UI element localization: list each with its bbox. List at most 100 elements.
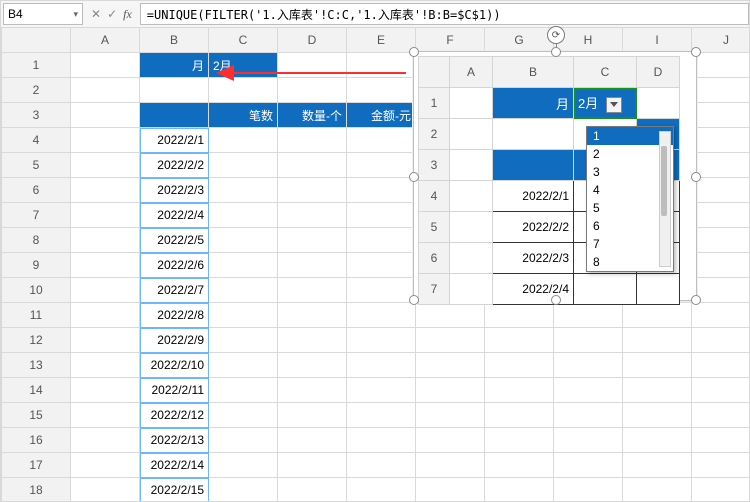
cell[interactable] <box>347 478 416 502</box>
cell[interactable] <box>278 403 347 428</box>
cell[interactable] <box>554 478 623 502</box>
cell[interactable] <box>623 303 692 328</box>
cell[interactable] <box>278 328 347 353</box>
cancel-icon[interactable]: ✕ <box>91 7 101 21</box>
cell[interactable] <box>554 403 623 428</box>
cell[interactable] <box>278 53 347 78</box>
amount-header-cell[interactable]: 金额-元 <box>347 103 416 128</box>
row-header[interactable]: 14 <box>2 378 71 403</box>
cell[interactable] <box>71 328 140 353</box>
resize-handle[interactable] <box>551 47 561 57</box>
row-header[interactable]: 6 <box>2 178 71 203</box>
date-cell[interactable]: 2022/2/5 <box>140 228 209 253</box>
date-cell[interactable]: 2022/2/1 <box>140 128 209 153</box>
col-header[interactable]: B <box>140 28 209 53</box>
row-header[interactable]: 7 <box>2 203 71 228</box>
date-cell[interactable]: 2022/2/2 <box>140 153 209 178</box>
date-cell[interactable]: 2022/2/7 <box>140 278 209 303</box>
cell[interactable] <box>71 453 140 478</box>
cell[interactable] <box>416 453 485 478</box>
cell[interactable] <box>71 228 140 253</box>
row-header[interactable]: 18 <box>2 478 71 502</box>
resize-handle[interactable] <box>691 47 701 57</box>
row-header[interactable]: 8 <box>2 228 71 253</box>
date-cell[interactable]: 2022/2/10 <box>140 353 209 378</box>
cell[interactable] <box>278 228 347 253</box>
row-header[interactable]: 10 <box>2 278 71 303</box>
date-cell[interactable]: 2022/2/4 <box>140 203 209 228</box>
cell[interactable] <box>71 378 140 403</box>
cell[interactable] <box>209 128 278 153</box>
row-header[interactable]: 16 <box>2 428 71 453</box>
resize-handle[interactable] <box>691 172 701 182</box>
cell[interactable] <box>485 378 554 403</box>
row-header[interactable]: 17 <box>2 453 71 478</box>
cell[interactable] <box>692 303 750 328</box>
cell[interactable] <box>278 278 347 303</box>
date-cell[interactable]: 2022/2/3 <box>140 178 209 203</box>
cell[interactable] <box>71 128 140 153</box>
col-header[interactable]: I <box>623 28 692 53</box>
col-header[interactable]: D <box>278 28 347 53</box>
date-cell[interactable]: 2022/2/6 <box>140 253 209 278</box>
cell[interactable] <box>347 253 416 278</box>
cell[interactable] <box>71 253 140 278</box>
cell[interactable] <box>554 378 623 403</box>
cell[interactable] <box>278 303 347 328</box>
cell[interactable] <box>347 403 416 428</box>
cell[interactable] <box>485 353 554 378</box>
cell[interactable] <box>692 378 750 403</box>
cell[interactable] <box>347 203 416 228</box>
date-cell[interactable]: 2022/2/9 <box>140 328 209 353</box>
cell[interactable] <box>416 378 485 403</box>
col-header[interactable]: A <box>71 28 140 53</box>
cell[interactable] <box>692 178 750 203</box>
cell[interactable] <box>209 453 278 478</box>
cell[interactable] <box>347 228 416 253</box>
cell[interactable] <box>209 303 278 328</box>
rotate-handle-icon[interactable]: ⟳ <box>547 26 565 44</box>
cell[interactable] <box>71 153 140 178</box>
cell[interactable] <box>485 303 554 328</box>
col-header[interactable]: C <box>209 28 278 53</box>
cell[interactable] <box>554 328 623 353</box>
cell[interactable] <box>209 153 278 178</box>
cell[interactable] <box>71 203 140 228</box>
cell[interactable] <box>209 403 278 428</box>
cell[interactable] <box>692 253 750 278</box>
row-header[interactable]: 4 <box>2 128 71 153</box>
cell[interactable] <box>416 303 485 328</box>
cell[interactable] <box>71 53 140 78</box>
cell[interactable] <box>71 403 140 428</box>
col-header[interactable]: F <box>416 28 485 53</box>
date-cell[interactable]: 2022/2/15 <box>140 478 209 502</box>
cell[interactable] <box>209 203 278 228</box>
name-box[interactable]: B4 ▾ <box>3 3 83 25</box>
cell[interactable] <box>623 378 692 403</box>
row-header[interactable]: 11 <box>2 303 71 328</box>
resize-handle[interactable] <box>409 172 419 182</box>
month-label-cell[interactable]: 月 <box>140 53 209 78</box>
cell[interactable] <box>485 328 554 353</box>
cell[interactable] <box>623 453 692 478</box>
resize-handle[interactable] <box>551 295 561 305</box>
cell[interactable] <box>278 178 347 203</box>
cell[interactable] <box>692 103 750 128</box>
cell[interactable] <box>692 428 750 453</box>
cell[interactable] <box>416 428 485 453</box>
cell[interactable] <box>209 78 278 103</box>
row-header[interactable]: 9 <box>2 253 71 278</box>
cell[interactable] <box>692 328 750 353</box>
cell[interactable] <box>554 303 623 328</box>
cell[interactable] <box>278 378 347 403</box>
cell[interactable] <box>554 428 623 453</box>
qty-header-cell[interactable]: 数量-个 <box>278 103 347 128</box>
resize-handle[interactable] <box>409 295 419 305</box>
cell[interactable] <box>485 478 554 502</box>
cell[interactable] <box>692 453 750 478</box>
cell[interactable] <box>623 478 692 502</box>
row-header[interactable]: 12 <box>2 328 71 353</box>
cell[interactable] <box>692 203 750 228</box>
cell[interactable] <box>71 428 140 453</box>
cell[interactable] <box>347 378 416 403</box>
